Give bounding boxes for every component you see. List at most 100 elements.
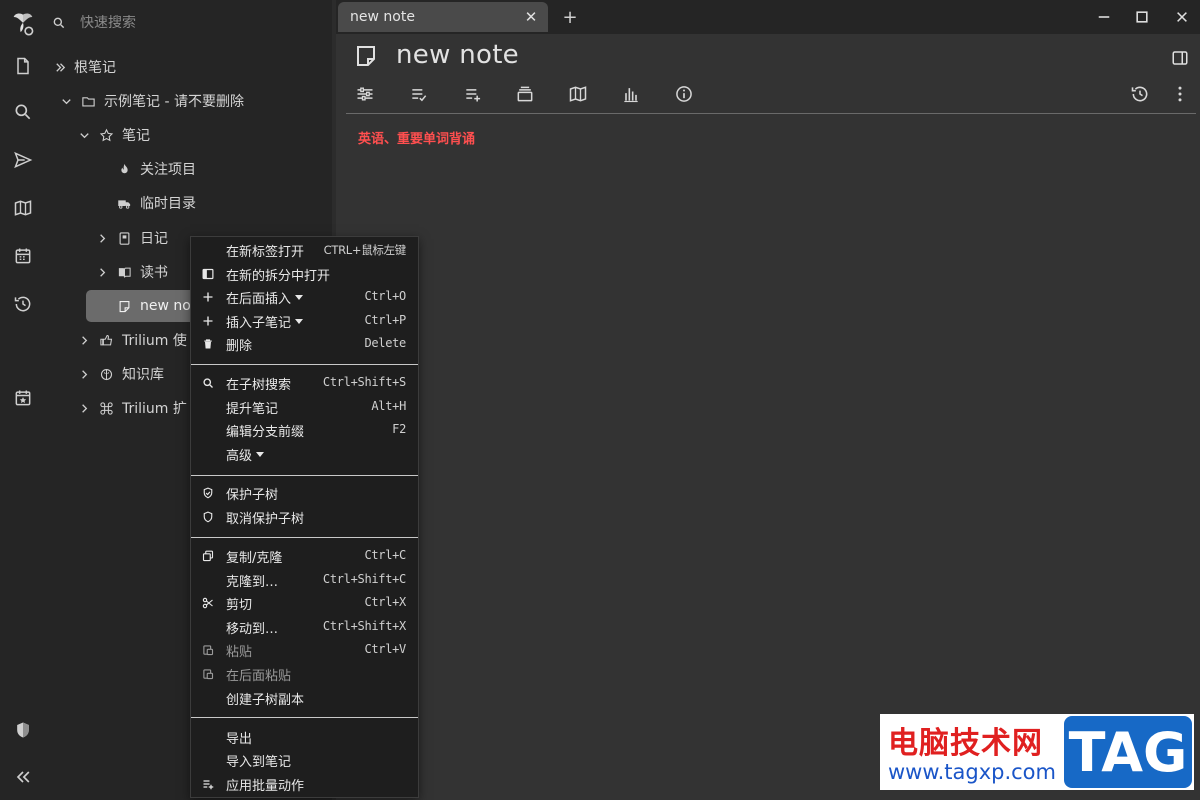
- tree-item-label: 示例笔记 - 请不要删除: [104, 94, 244, 110]
- shield-icon: [17, 722, 29, 738]
- tree-item-trilium-use[interactable]: Trilium 使: [76, 326, 187, 354]
- tab-new-note[interactable]: new note ✕: [338, 2, 548, 32]
- menu-clone-to[interactable]: 克隆到… Ctrl+Shift+C: [191, 568, 418, 591]
- tree-item-diary[interactable]: 日记: [94, 224, 168, 252]
- menu-duplicate-subtree[interactable]: 创建子树副本: [191, 686, 418, 709]
- note-type-icon[interactable]: [354, 44, 378, 68]
- note-actions-button[interactable]: [1168, 82, 1192, 106]
- quick-search-input[interactable]: [80, 15, 300, 31]
- menu-edit-prefix[interactable]: 编辑分支前缀 F2: [191, 418, 418, 441]
- today-button[interactable]: [0, 378, 46, 418]
- tree-item-label: 根笔记: [74, 60, 116, 76]
- note-content-text[interactable]: 英语、重要单词背诵: [358, 128, 475, 147]
- search-button[interactable]: [0, 92, 46, 132]
- ribbon-note-map[interactable]: [565, 82, 591, 106]
- tree-item-label: 日记: [140, 231, 168, 247]
- ribbon-similar-notes[interactable]: [618, 82, 644, 106]
- menu-unprotect-subtree[interactable]: 取消保护子树: [191, 505, 418, 528]
- ribbon-owned-attributes[interactable]: [406, 82, 432, 106]
- menu-bulk-actions[interactable]: 应用批量动作: [191, 772, 418, 795]
- tree-item-temp[interactable]: 临时目录: [116, 189, 196, 217]
- tree-item-label: Trilium 使: [122, 333, 187, 349]
- close-tab-button[interactable]: ✕: [522, 8, 540, 26]
- menu-search-subtree[interactable]: 在子树搜索 Ctrl+Shift+S: [191, 371, 418, 394]
- chevron-down-icon[interactable]: [58, 93, 74, 109]
- collapse-sidebar-button[interactable]: [0, 757, 46, 797]
- tree-item-books[interactable]: 读书: [94, 258, 168, 286]
- calendar-button[interactable]: [0, 236, 46, 276]
- menu-advanced[interactable]: 高级: [191, 442, 418, 465]
- menu-open-split[interactable]: 在新的拆分中打开: [191, 262, 418, 285]
- menu-separator: [191, 475, 418, 476]
- tree-item-label: 关注项目: [140, 162, 196, 178]
- menu-open-new-tab[interactable]: 在新标签打开 CTRL+鼠标左键: [191, 238, 418, 261]
- sliders-icon: [357, 87, 373, 101]
- maximize-icon: [1136, 11, 1148, 23]
- toggle-right-pane-button[interactable]: [1168, 46, 1192, 70]
- search-icon: [15, 104, 31, 120]
- menu-insert-child[interactable]: 插入子笔记 Ctrl+P: [191, 309, 418, 332]
- chevron-right-icon[interactable]: [94, 230, 110, 246]
- more-vertical-icon: [1178, 86, 1182, 102]
- tree-item-notes[interactable]: 笔记: [76, 121, 150, 149]
- menu-paste-after[interactable]: 在后面粘贴: [191, 662, 418, 685]
- menu-move-to[interactable]: 移动到… Ctrl+Shift+X: [191, 615, 418, 638]
- ribbon-note-paths[interactable]: [512, 82, 538, 106]
- menu-copy-clone[interactable]: 复制/克隆 Ctrl+C: [191, 544, 418, 567]
- send-icon: [14, 151, 33, 169]
- menu-export[interactable]: 导出: [191, 725, 418, 748]
- menu-protect-subtree[interactable]: 保护子树: [191, 481, 418, 504]
- tree-item-demo[interactable]: 示例笔记 - 请不要删除: [58, 87, 244, 115]
- scissors-icon: [201, 596, 214, 609]
- ribbon-inherited-attributes[interactable]: [460, 82, 486, 106]
- list-plus-icon: [201, 777, 214, 790]
- protected-session-button[interactable]: [0, 710, 46, 750]
- ribbon-note-info[interactable]: [671, 82, 697, 106]
- tree-item-knowledge[interactable]: 知识库: [76, 360, 164, 388]
- jump-to-button[interactable]: [0, 140, 46, 180]
- new-tab-button[interactable]: +: [558, 4, 582, 30]
- watermark-tag-logo: TAG: [1064, 716, 1192, 788]
- new-note-button[interactable]: [0, 46, 46, 86]
- menu-insert-after[interactable]: 在后面插入 Ctrl+O: [191, 285, 418, 308]
- truck-icon: [116, 195, 132, 211]
- menu-promote[interactable]: 提升笔记 Alt+H: [191, 395, 418, 418]
- chevron-right-icon[interactable]: [94, 264, 110, 280]
- tree-item-label: new no: [140, 298, 191, 314]
- file-icon: [17, 57, 29, 75]
- calendar-star-icon: [15, 390, 31, 406]
- chevron-right-icon[interactable]: [76, 366, 92, 382]
- list-plus-icon: [466, 89, 481, 102]
- folder-icon: [80, 93, 96, 109]
- close-window-button[interactable]: [1168, 4, 1196, 30]
- menu-separator: [191, 537, 418, 538]
- note-revisions-button[interactable]: [1127, 82, 1153, 106]
- watermark-url: www.tagxp.com: [888, 760, 1056, 784]
- note-map-button[interactable]: [0, 188, 46, 228]
- menu-import[interactable]: 导入到笔记: [191, 748, 418, 771]
- chevron-down-icon[interactable]: [76, 127, 92, 143]
- search-icon: [53, 17, 65, 29]
- note-title[interactable]: new note: [396, 40, 519, 70]
- minimize-button[interactable]: [1090, 4, 1118, 30]
- ribbon-basic-properties[interactable]: [352, 82, 378, 106]
- bar-chart-icon: [624, 88, 638, 103]
- map-icon: [569, 86, 587, 102]
- recent-changes-button[interactable]: [0, 284, 46, 324]
- menu-delete[interactable]: 删除 Delete: [191, 332, 418, 355]
- command-icon: [98, 400, 114, 416]
- tree-item-watch[interactable]: 关注项目: [116, 155, 196, 183]
- shield-icon: [201, 510, 214, 523]
- tree-item-label: Trilium 扩: [122, 401, 187, 417]
- clipboard-icon: [201, 643, 214, 656]
- plus-icon: [201, 314, 214, 327]
- chevron-right-icon[interactable]: [76, 400, 92, 416]
- menu-paste[interactable]: 粘贴 Ctrl+V: [191, 638, 418, 661]
- tree-item-root[interactable]: 根笔记: [52, 53, 116, 81]
- chevron-right-icon[interactable]: [76, 332, 92, 348]
- calendar-icon: [15, 248, 31, 264]
- menu-cut[interactable]: 剪切 Ctrl+X: [191, 591, 418, 614]
- app-logo-icon[interactable]: [0, 2, 46, 46]
- tree-item-trilium-ext[interactable]: Trilium 扩: [76, 394, 187, 422]
- maximize-button[interactable]: [1128, 4, 1156, 30]
